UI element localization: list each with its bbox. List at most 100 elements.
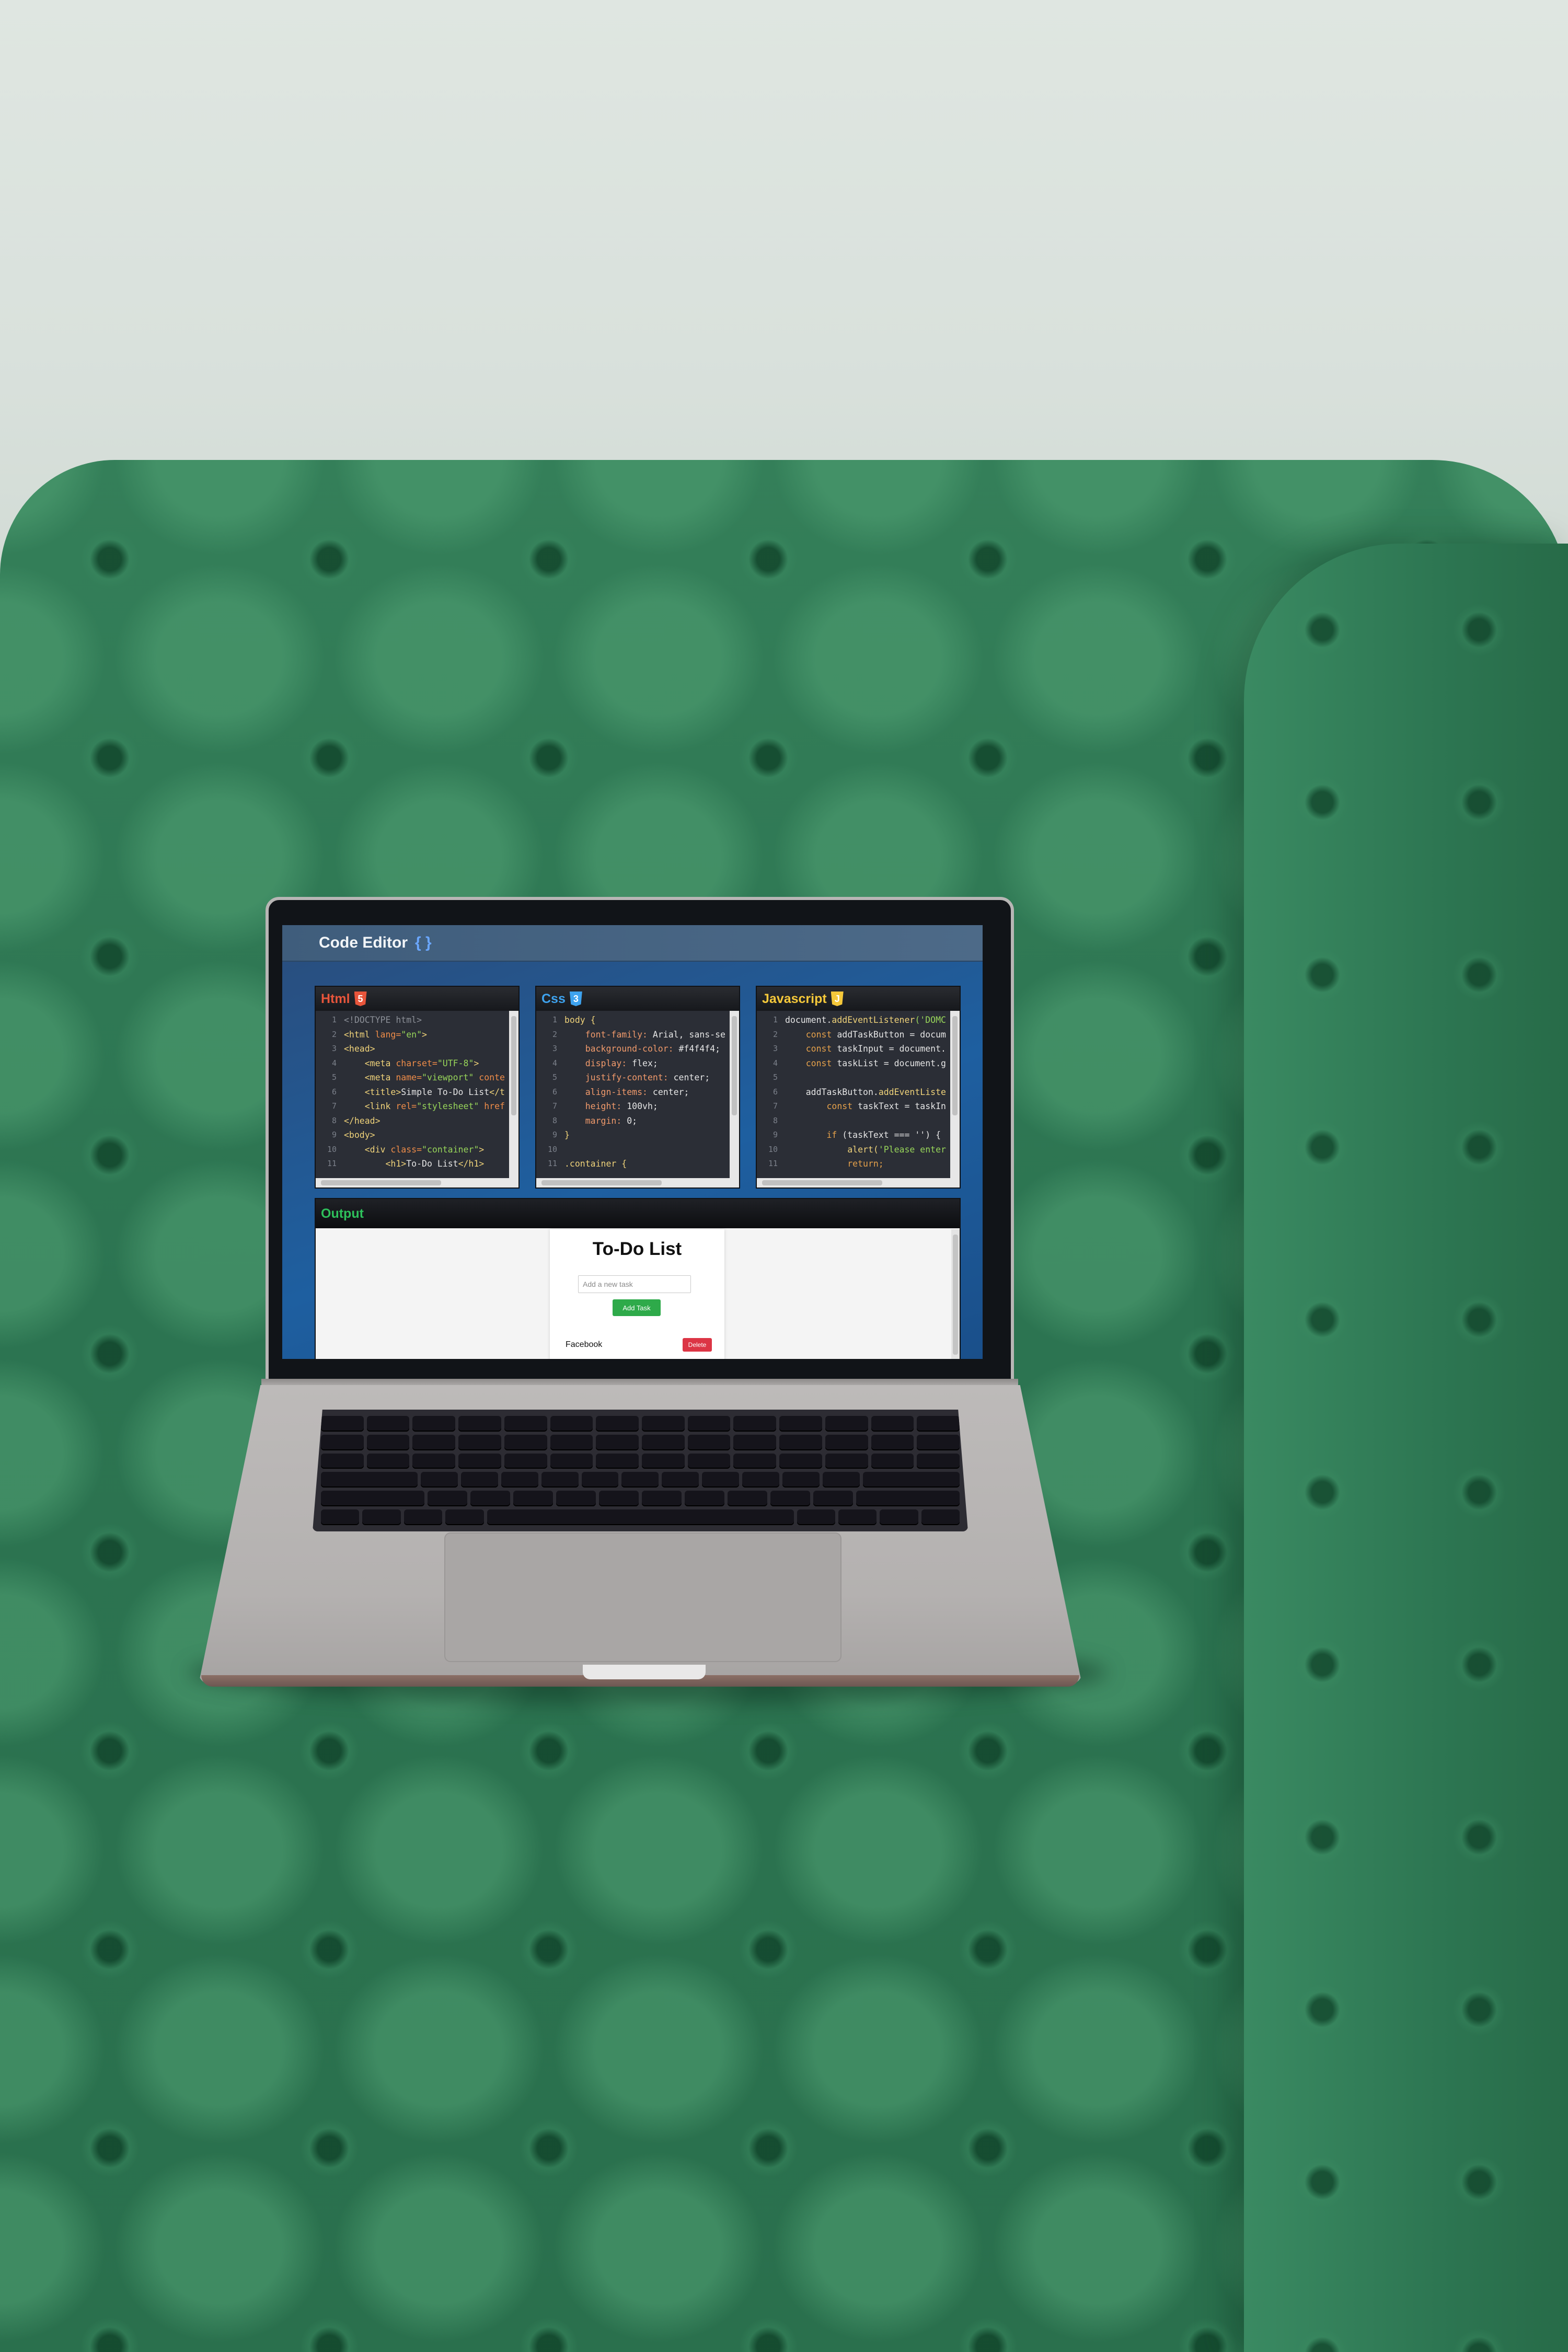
code-token: background-color:: [564, 1044, 679, 1054]
keyboard-key[interactable]: [420, 1472, 458, 1488]
keyboard-key[interactable]: [321, 1453, 364, 1469]
keyboard-key[interactable]: [321, 1509, 360, 1525]
keyboard-key[interactable]: [871, 1416, 914, 1432]
keyboard-key[interactable]: [921, 1509, 960, 1525]
html-code-area[interactable]: 1 <!DOCTYPE html> 2 <html lang= "en" >3 <head>…: [316, 1011, 509, 1178]
keyboard-key[interactable]: [641, 1491, 682, 1507]
keyboard-key[interactable]: [412, 1434, 456, 1450]
code-token: <link: [344, 1101, 396, 1111]
keyboard-key[interactable]: [581, 1472, 619, 1488]
keyboard-key[interactable]: [856, 1491, 960, 1507]
keyboard-key[interactable]: [412, 1453, 456, 1469]
keyboard-key[interactable]: [825, 1434, 868, 1450]
code-line: 10 <div class= "container" >: [316, 1143, 509, 1157]
keyboard-key[interactable]: [871, 1453, 914, 1469]
keyboard-key[interactable]: [782, 1472, 820, 1488]
keyboard-key[interactable]: [445, 1509, 484, 1525]
keyboard-key[interactable]: [513, 1491, 553, 1507]
output-scrollbar[interactable]: [951, 1229, 960, 1359]
keyboard-key[interactable]: [642, 1434, 685, 1450]
keyboard-key[interactable]: [556, 1491, 596, 1507]
keyboard-key[interactable]: [458, 1453, 501, 1469]
keyboard-key[interactable]: [321, 1434, 364, 1450]
html5-icon: 5: [354, 991, 367, 1006]
trackpad[interactable]: [444, 1532, 841, 1662]
line-number: 11: [768, 1159, 778, 1168]
keyboard-key[interactable]: [917, 1453, 960, 1469]
keyboard-key[interactable]: [779, 1434, 822, 1450]
keyboard-key[interactable]: [770, 1491, 811, 1507]
keyboard-key[interactable]: [779, 1453, 822, 1469]
keyboard-key[interactable]: [501, 1472, 538, 1488]
keyboard-key[interactable]: [366, 1434, 410, 1450]
keyboard-key[interactable]: [825, 1453, 868, 1469]
keyboard-key[interactable]: [779, 1416, 822, 1432]
vertical-scrollbar[interactable]: [730, 1011, 739, 1178]
task-input[interactable]: [578, 1275, 691, 1293]
keyboard-key[interactable]: [863, 1472, 960, 1488]
keyboard-key[interactable]: [321, 1472, 418, 1488]
horizontal-scrollbar[interactable]: [757, 1178, 960, 1187]
keyboard-key[interactable]: [321, 1416, 364, 1432]
keyboard-key[interactable]: [733, 1416, 777, 1432]
keyboard-key[interactable]: [642, 1416, 685, 1432]
keyboard-key[interactable]: [362, 1509, 401, 1525]
delete-task-button[interactable]: Delete: [683, 1338, 712, 1352]
keyboard-key[interactable]: [403, 1509, 443, 1525]
keyboard-key[interactable]: [728, 1491, 768, 1507]
keyboard-key[interactable]: [797, 1509, 835, 1525]
keyboard-key[interactable]: [621, 1472, 659, 1488]
keyboard-key[interactable]: [458, 1434, 501, 1450]
keyboard-key[interactable]: [685, 1491, 725, 1507]
keyboard-key[interactable]: [733, 1453, 777, 1469]
keyboard-key[interactable]: [427, 1491, 467, 1507]
keyboard-key[interactable]: [642, 1453, 685, 1469]
horizontal-scrollbar[interactable]: [536, 1178, 739, 1187]
keyboard-key[interactable]: [825, 1416, 868, 1432]
vertical-scrollbar[interactable]: [950, 1011, 960, 1178]
keyboard-key[interactable]: [504, 1434, 547, 1450]
keyboard-key[interactable]: [366, 1453, 410, 1469]
line-number: 7: [552, 1101, 557, 1111]
keyboard-key[interactable]: [687, 1453, 731, 1469]
keyboard-key[interactable]: [550, 1434, 593, 1450]
keyboard-key[interactable]: [596, 1416, 639, 1432]
vertical-scrollbar[interactable]: [509, 1011, 518, 1178]
keyboard-key[interactable]: [541, 1472, 579, 1488]
keyboard-key[interactable]: [813, 1491, 854, 1507]
js-code-area[interactable]: 1 document. addEventListener ('DOMC 2 const …: [757, 1011, 950, 1178]
keyboard-key[interactable]: [504, 1453, 547, 1469]
keyboard-key[interactable]: [460, 1472, 498, 1488]
keyboard-key[interactable]: [880, 1509, 918, 1525]
keyboard-key[interactable]: [917, 1434, 960, 1450]
keyboard-key[interactable]: [742, 1472, 780, 1488]
keyboard-key[interactable]: [687, 1416, 731, 1432]
css-code-area[interactable]: 1 body {2 font-family: Arial, sans-se 3 ba…: [536, 1011, 730, 1178]
keyboard[interactable]: [313, 1410, 968, 1531]
keyboard-key[interactable]: [917, 1416, 960, 1432]
code-line: 9 if (taskText === '') {: [757, 1128, 950, 1143]
keyboard-key[interactable]: [871, 1434, 914, 1450]
keyboard-key[interactable]: [702, 1472, 740, 1488]
keyboard-key[interactable]: [733, 1434, 777, 1450]
add-task-button[interactable]: Add Task: [613, 1299, 661, 1316]
keyboard-key[interactable]: [321, 1491, 424, 1507]
code-token: const: [785, 1101, 858, 1111]
keyboard-key[interactable]: [598, 1491, 639, 1507]
keyboard-key[interactable]: [487, 1509, 794, 1525]
keyboard-key[interactable]: [412, 1416, 456, 1432]
keyboard-key[interactable]: [366, 1416, 410, 1432]
keyboard-key[interactable]: [596, 1434, 639, 1450]
keyboard-key[interactable]: [687, 1434, 731, 1450]
keyboard-key[interactable]: [550, 1416, 593, 1432]
keyboard-key[interactable]: [470, 1491, 510, 1507]
horizontal-scrollbar[interactable]: [316, 1178, 518, 1187]
keyboard-key[interactable]: [838, 1509, 877, 1525]
keyboard-key[interactable]: [504, 1416, 547, 1432]
keyboard-key[interactable]: [458, 1416, 501, 1432]
keyboard-key[interactable]: [550, 1453, 593, 1469]
keyboard-key[interactable]: [823, 1472, 860, 1488]
keyboard-key[interactable]: [596, 1453, 639, 1469]
code-token: <h1>: [344, 1159, 407, 1169]
keyboard-key[interactable]: [662, 1472, 699, 1488]
